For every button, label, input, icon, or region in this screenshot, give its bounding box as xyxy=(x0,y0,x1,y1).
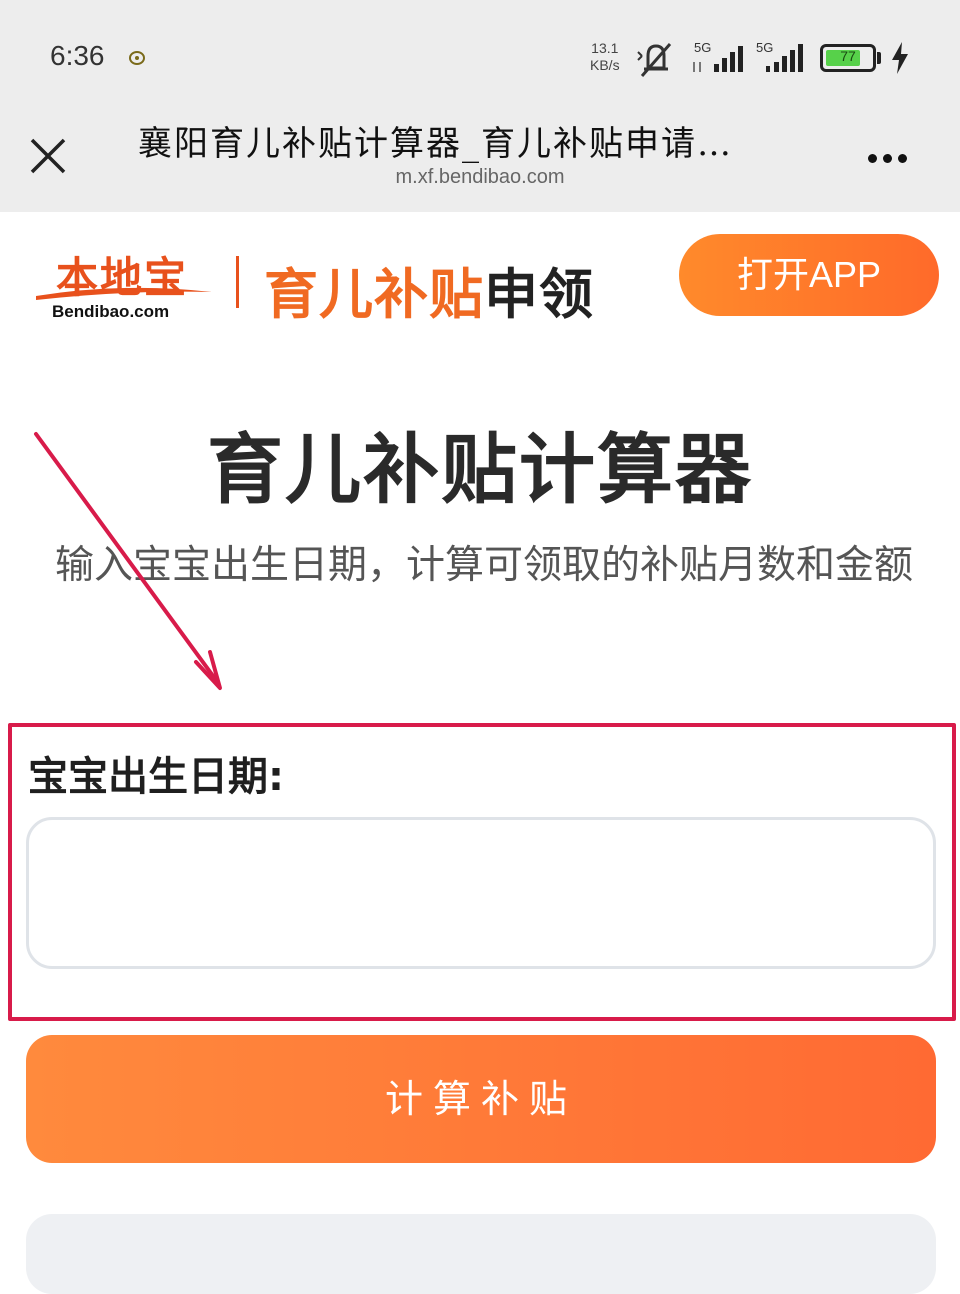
site-name-highlight: 育儿补贴 xyxy=(264,263,484,326)
page-title: 襄阳育儿补贴计算器_育儿补贴申请… xyxy=(138,124,733,164)
page-url: m.xf.bendibao.com xyxy=(395,166,565,188)
signal-strength-icon: 5G xyxy=(690,40,750,74)
signal-strength-icon: 5G xyxy=(752,40,812,74)
battery-percent: 77 xyxy=(840,48,856,64)
status-time: 6:36 xyxy=(50,40,105,71)
birth-date-label: 宝宝出生日期: xyxy=(28,754,284,800)
site-name-rest: 申领 xyxy=(484,263,594,326)
result-card xyxy=(26,1214,936,1294)
site-name: 育儿补贴申领 xyxy=(264,250,594,329)
logo-subtext: Bendibao.com xyxy=(52,302,170,321)
notification-icon xyxy=(129,51,145,65)
open-app-button[interactable]: 打开APP xyxy=(679,234,939,316)
network-speed: 13.1 KB/s xyxy=(590,40,620,74)
battery-tip xyxy=(877,52,881,64)
header-divider xyxy=(236,256,239,308)
mute-bell-icon xyxy=(637,43,672,77)
status-bar: 6:36 13.1 KB/s 5G 5G 77 xyxy=(0,0,960,108)
browser-title-bar: 襄阳育儿补贴计算器_育儿补贴申请… m.xf.bendibao.com xyxy=(0,108,960,212)
calculator-description: 输入宝宝出生日期，计算可领取的补贴月数和金额 xyxy=(54,543,913,588)
charging-icon xyxy=(892,42,908,74)
birth-date-input[interactable] xyxy=(26,817,936,969)
network-speed-unit: KB/s xyxy=(590,57,620,73)
calculate-button[interactable]: 计算补贴 xyxy=(26,1035,936,1163)
logo-swoosh xyxy=(36,287,212,300)
calculator-title: 育儿补贴计算器 xyxy=(207,425,753,514)
more-menu-icon[interactable] xyxy=(868,148,918,163)
bendibao-logo[interactable]: 本地宝 Bendibao.com xyxy=(34,244,214,324)
battery-icon: 77 xyxy=(820,44,876,72)
network-speed-value: 13.1 xyxy=(591,40,619,56)
